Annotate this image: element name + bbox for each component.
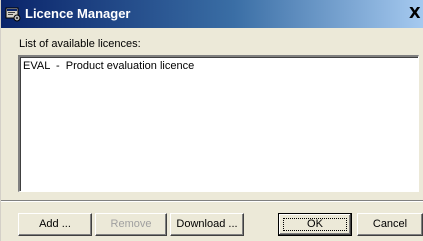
licence-manager-dialog: Licence Manager X List of available lice… (0, 0, 423, 241)
download-button-label: Download ... (176, 218, 238, 230)
remove-button-label: Remove (110, 218, 152, 230)
add-button-label: Add ... (39, 218, 71, 230)
close-icon[interactable]: X (409, 5, 423, 21)
list-item[interactable]: EVAL - Product evaluation licence (23, 60, 194, 72)
separator (1, 200, 423, 202)
licence-manager-app-icon (5, 7, 21, 22)
window-title: Licence Manager (25, 6, 131, 21)
title-bar[interactable]: Licence Manager X (1, 0, 423, 28)
ok-button[interactable]: OK (278, 213, 352, 236)
download-button[interactable]: Download ... (170, 213, 244, 236)
cancel-button[interactable]: Cancel (357, 213, 423, 236)
licence-list[interactable]: EVAL - Product evaluation licence (18, 55, 419, 192)
add-button[interactable]: Add ... (18, 213, 92, 236)
remove-button[interactable]: Remove (95, 213, 167, 236)
cancel-button-label: Cancel (372, 218, 408, 230)
ok-button-label: OK (307, 218, 323, 230)
licence-list-label: List of available licences: (19, 38, 141, 50)
